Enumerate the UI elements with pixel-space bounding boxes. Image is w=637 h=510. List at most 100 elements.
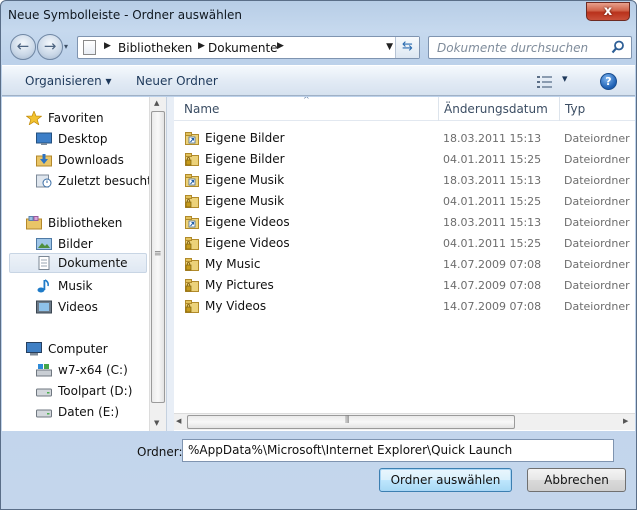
locked-folder-icon [185, 153, 199, 166]
file-type: Dateiordner [564, 153, 630, 166]
file-modified-date: 18.03.2011 15:13 [443, 216, 542, 229]
pane-splitter[interactable] [166, 97, 174, 431]
sidebar-item-drive-c[interactable]: w7-x64 (C:) [9, 360, 147, 380]
scroll-grip-icon: ⦀ [345, 415, 350, 426]
column-header-name[interactable]: Name [184, 102, 219, 116]
file-type: Dateiordner [564, 258, 630, 271]
search-placeholder: Dokumente durchsuchen [437, 41, 589, 55]
forward-button[interactable]: → [37, 34, 63, 60]
file-list-horizontal-scrollbar[interactable]: ◀ ⦀ ▶ [174, 413, 635, 430]
breadcrumb-documents[interactable]: Dokumente [208, 41, 278, 55]
navigation-bar: ← → ▾ ▶ Bibliotheken ▶ Dokumente ▶ ▼ ⇆ D… [1, 33, 636, 61]
folder-field-label: Ordner: [137, 445, 183, 459]
scroll-up-icon[interactable]: ▲ [154, 99, 159, 107]
file-row[interactable]: Eigene Musik 18.03.2011 15:13 Dateiordner [174, 170, 635, 191]
locked-folder-icon [185, 279, 199, 292]
locked-folder-icon [185, 300, 199, 313]
sidebar-item-favorites[interactable]: Favoriten [9, 108, 147, 128]
sidebar-item-recent-places[interactable]: Zuletzt besucht [9, 171, 152, 191]
change-view-button[interactable]: ▾ [537, 72, 571, 90]
file-modified-date: 04.01.2011 15:25 [443, 153, 542, 166]
sidebar-item-computer[interactable]: Computer [9, 339, 147, 359]
computer-icon [26, 342, 42, 356]
sidebar-item-drive-d[interactable]: Toolpart (D:) [9, 381, 147, 401]
sidebar-item-label: Toolpart (D:) [58, 384, 133, 398]
column-header-type[interactable]: Typ [565, 102, 585, 116]
scroll-down-icon[interactable]: ▼ [154, 419, 159, 427]
close-button[interactable]: x [586, 2, 630, 21]
sidebar-item-label: Downloads [58, 153, 124, 167]
sidebar-item-drive-e[interactable]: Daten (E:) [9, 402, 147, 422]
breadcrumb-separator[interactable]: ▶ [198, 41, 205, 51]
file-modified-date: 14.07.2009 07:08 [443, 300, 542, 313]
sidebar-item-pictures[interactable]: Bilder [9, 234, 147, 254]
file-row[interactable]: My Music 14.07.2009 07:08 Dateiordner [174, 254, 635, 275]
sidebar-item-label: Bilder [58, 237, 93, 251]
breadcrumb-separator[interactable]: ▶ [104, 41, 111, 51]
organize-button[interactable]: Organisieren ▾ [25, 74, 112, 88]
sidebar-item-libraries[interactable]: Bibliotheken [9, 213, 147, 233]
sidebar-item-label: Favoriten [48, 111, 104, 125]
view-dropdown-icon[interactable]: ▾ [562, 72, 568, 85]
pictures-library-icon [36, 238, 52, 250]
file-name: Eigene Bilder [205, 131, 285, 145]
file-modified-date: 18.03.2011 15:13 [443, 132, 542, 145]
column-header-modified[interactable]: Änderungsdatum [444, 102, 548, 116]
locked-folder-icon [185, 258, 199, 271]
file-name: Eigene Musik [205, 194, 285, 208]
sidebar-item-music[interactable]: Musik [9, 276, 147, 296]
cancel-button[interactable]: Abbrechen [527, 468, 626, 492]
file-name: My Music [205, 257, 261, 271]
file-type: Dateiordner [564, 279, 630, 292]
column-divider[interactable] [438, 97, 439, 121]
file-row[interactable]: My Videos 14.07.2009 07:08 Dateiordner [174, 296, 635, 317]
folder-path-input[interactable]: %AppData%\Microsoft\Internet Explorer\Qu… [182, 439, 614, 462]
file-type: Dateiordner [564, 216, 630, 229]
select-folder-button[interactable]: Ordner auswählen [379, 468, 512, 492]
search-icon[interactable] [611, 40, 625, 54]
column-header-row: ^ Name Änderungsdatum Typ [174, 97, 635, 121]
search-box[interactable]: Dokumente durchsuchen [428, 36, 632, 59]
back-button[interactable]: ← [10, 34, 36, 60]
breadcrumb-libraries[interactable]: Bibliotheken [118, 41, 192, 55]
file-modified-date: 04.01.2011 15:25 [443, 195, 542, 208]
sidebar-item-downloads[interactable]: Downloads [9, 150, 147, 170]
file-row[interactable]: Eigene Bilder 18.03.2011 15:13 Dateiordner [174, 128, 635, 149]
navigation-pane-scrollbar[interactable]: ▲ ≡ ▼ [149, 97, 166, 431]
sidebar-item-documents[interactable]: Dokumente [9, 253, 147, 273]
sidebar-item-label: Videos [58, 300, 98, 314]
recent-pages-button[interactable]: ▾ [64, 42, 68, 51]
file-name: My Pictures [205, 278, 274, 292]
file-row[interactable]: Eigene Bilder 04.01.2011 15:25 Dateiordner [174, 149, 635, 170]
file-row[interactable]: My Pictures 14.07.2009 07:08 Dateiordner [174, 275, 635, 296]
locked-folder-icon [185, 237, 199, 250]
file-type: Dateiordner [564, 174, 630, 187]
refresh-button[interactable]: ⇆ [395, 37, 419, 58]
desktop-icon [36, 132, 52, 145]
drive-icon [36, 409, 52, 418]
sidebar-item-label: Desktop [58, 132, 108, 146]
sidebar-item-videos[interactable]: Videos [9, 297, 147, 317]
file-name: Eigene Bilder [205, 152, 285, 166]
address-bar[interactable]: ▶ Bibliotheken ▶ Dokumente ▶ ▼ ⇆ [77, 36, 420, 59]
scrollbar-thumb[interactable]: ⦀ [187, 415, 515, 429]
file-list: ^ Name Änderungsdatum Typ Eigene Bilder 1… [174, 97, 635, 431]
file-row[interactable]: Eigene Videos 04.01.2011 15:25 Dateiordner [174, 233, 635, 254]
scroll-left-icon[interactable]: ◀ [176, 417, 181, 425]
file-type: Dateiordner [564, 237, 630, 250]
scroll-right-icon[interactable]: ▶ [623, 417, 628, 425]
address-dropdown-button[interactable]: ▼ [386, 42, 393, 52]
library-folder-icon [83, 40, 96, 55]
music-library-icon [37, 279, 49, 293]
file-row[interactable]: Eigene Videos 18.03.2011 15:13 Dateiordner [174, 212, 635, 233]
column-divider[interactable] [559, 97, 560, 121]
dialog-footer: Ordner: %AppData%\Microsoft\Internet Exp… [1, 432, 636, 509]
file-row[interactable]: Eigene Musik 04.01.2011 15:25 Dateiordner [174, 191, 635, 212]
sidebar-item-desktop[interactable]: Desktop [9, 129, 147, 149]
file-type: Dateiordner [564, 132, 630, 145]
breadcrumb-separator[interactable]: ▶ [277, 41, 284, 51]
file-type: Dateiordner [564, 195, 630, 208]
scrollbar-thumb[interactable]: ≡ [151, 111, 165, 403]
new-folder-button[interactable]: Neuer Ordner [136, 74, 218, 88]
help-button[interactable]: ? [600, 73, 617, 90]
